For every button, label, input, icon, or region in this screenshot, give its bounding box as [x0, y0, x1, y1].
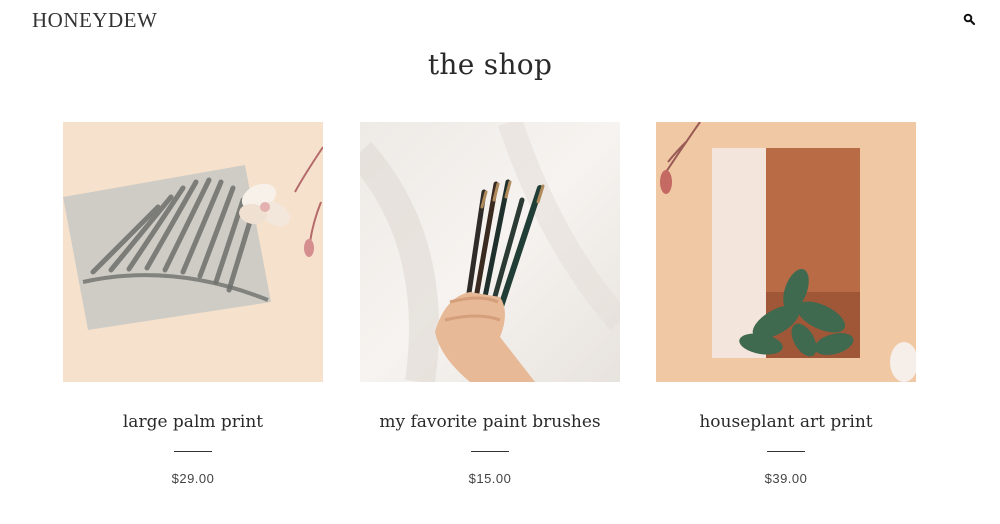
product-price: $29.00 — [171, 471, 215, 486]
product-price: $15.00 — [468, 471, 512, 486]
product-name[interactable]: houseplant art print — [656, 412, 916, 432]
product-card[interactable]: houseplant art print $39.00 — [656, 122, 916, 486]
paint-brushes-image[interactable] — [360, 122, 620, 382]
logo[interactable]: HONEYDEW — [32, 8, 157, 33]
divider — [174, 451, 212, 452]
search-button[interactable] — [962, 12, 978, 28]
product-name[interactable]: my favorite paint brushes — [360, 412, 620, 432]
divider — [471, 451, 509, 452]
divider — [767, 451, 805, 452]
page-title: the shop — [427, 48, 553, 81]
search-icon — [963, 13, 976, 26]
product-card[interactable]: my favorite paint brushes $15.00 — [360, 122, 620, 486]
product-price: $39.00 — [764, 471, 808, 486]
houseplant-print-image[interactable] — [656, 122, 916, 382]
product-name[interactable]: large palm print — [63, 412, 323, 432]
product-card[interactable]: large palm print $29.00 — [63, 122, 323, 486]
palm-print-image[interactable] — [63, 122, 323, 382]
